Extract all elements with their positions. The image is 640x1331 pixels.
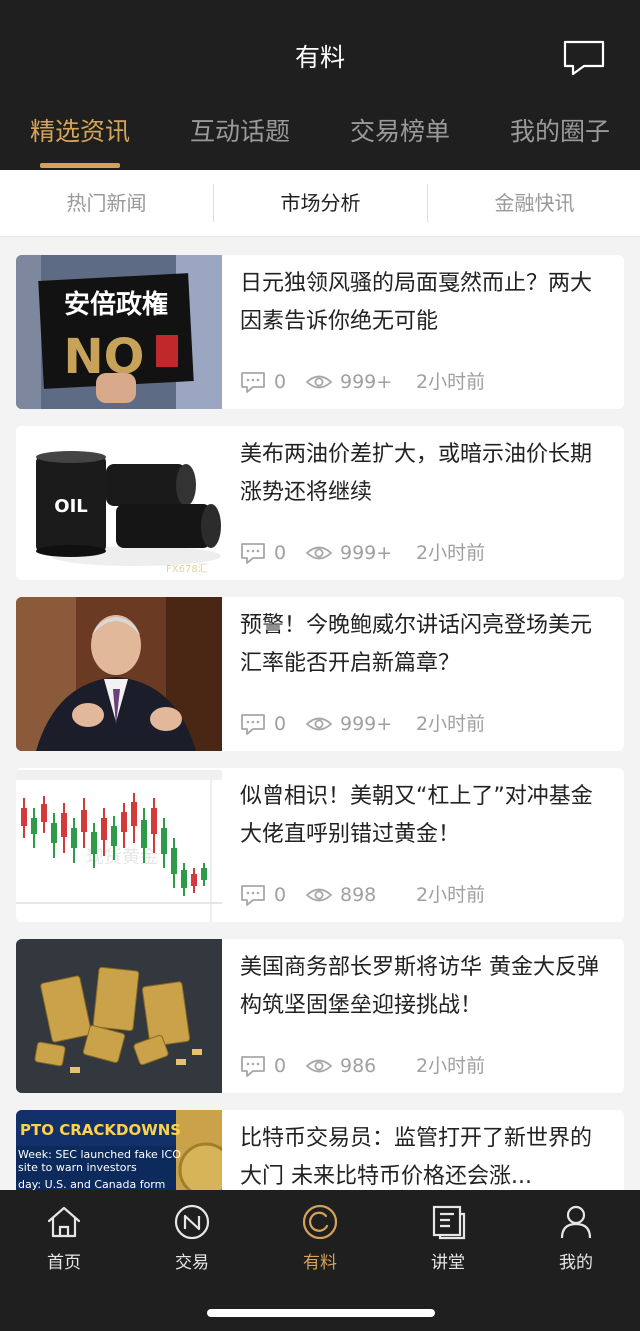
thumb-line-1: Week: SEC launched fake ICO	[18, 1148, 181, 1161]
article-meta: 0 986 2小时前	[240, 1049, 610, 1083]
publish-time: 2小时前	[416, 542, 486, 564]
eye-icon	[306, 717, 332, 731]
chat-bubble-icon[interactable]	[560, 38, 608, 78]
tab-featured-news[interactable]: 精选资讯	[0, 108, 160, 156]
article-title[interactable]: 似曾相识！美朝又“杠上了”对冲基金大佬直呼别错过黄金！	[240, 778, 610, 854]
eye-icon	[306, 888, 332, 902]
article-card[interactable]: 预警！今晚鲍威尔讲话闪亮登场美元汇率能否开启新篇章？ 0 999+ 2小时前	[16, 597, 624, 751]
tab-interactive-topics[interactable]: 互动话题	[160, 108, 320, 156]
thumb-line-3: day: U.S. and Canada form	[18, 1178, 165, 1190]
nav-home[interactable]: 首页	[0, 1202, 128, 1282]
article-thumbnail: PTO CRACKDOWNS Week: SEC launched fake I…	[16, 1110, 222, 1190]
tab-my-circles[interactable]: 我的圈子	[480, 108, 640, 156]
tab-trading-rankings[interactable]: 交易榜单	[320, 108, 480, 156]
comment-icon	[241, 1056, 265, 1077]
home-indicator[interactable]	[207, 1309, 435, 1317]
article-title[interactable]: 比特币交易员：监管打开了新世界的大门 未来比特币价格还会涨...	[240, 1120, 610, 1190]
active-tab-indicator	[40, 163, 120, 168]
nav-label: 我的	[559, 1253, 593, 1273]
article-thumbnail	[16, 597, 222, 751]
comment-count: 0	[274, 371, 287, 393]
barrel-text: OIL	[54, 496, 87, 517]
article-title[interactable]: 日元独领风骚的局面戛然而止？两大因素告诉你绝无可能	[240, 265, 610, 341]
nav-profile[interactable]: 我的	[512, 1202, 640, 1282]
article-title[interactable]: 预警！今晚鲍威尔讲话闪亮登场美元汇率能否开启新篇章？	[240, 607, 610, 683]
article-card[interactable]: OIL FX678汇 美布两油价差扩大，或暗示油价长期涨势还将继续 0 999+…	[16, 426, 624, 580]
article-meta: 0 999+ 2小时前	[240, 365, 610, 399]
comment-count: 0	[274, 542, 287, 564]
trade-icon	[174, 1204, 210, 1240]
view-count: 898	[340, 884, 377, 906]
subtab-market-analysis[interactable]: 市场分析	[214, 170, 427, 236]
publish-time: 2小时前	[416, 1055, 486, 1077]
publish-time: 2小时前	[416, 371, 486, 393]
article-thumbnail	[16, 939, 222, 1093]
comment-count: 0	[274, 1055, 287, 1077]
article-meta: 0 999+ 2小时前	[240, 536, 610, 570]
nav-lecture[interactable]: 讲堂	[384, 1202, 512, 1282]
comment-count: 0	[274, 713, 287, 735]
nav-label: 交易	[175, 1253, 209, 1273]
profile-icon	[560, 1205, 592, 1239]
article-thumbnail: OIL FX678汇	[16, 426, 222, 580]
view-count: 999+	[340, 371, 393, 393]
article-meta: 0 999+ 2小时前	[240, 707, 610, 741]
nav-label: 首页	[47, 1253, 81, 1273]
comment-icon	[241, 885, 265, 906]
article-title[interactable]: 美布两油价差扩大，或暗示油价长期涨势还将继续	[240, 436, 610, 512]
article-card[interactable]: 美国商务部长罗斯将访华 黄金大反弹构筑坚固堡垒迎接挑战！ 0 986 2小时前	[16, 939, 624, 1093]
sub-tabs: 热门新闻 市场分析 金融快讯	[0, 170, 640, 237]
article-thumbnail: 现货黄金	[16, 768, 222, 922]
view-count: 999+	[340, 542, 393, 564]
subtab-hot-news[interactable]: 热门新闻	[0, 170, 213, 236]
lecture-icon	[432, 1205, 466, 1240]
nav-trade[interactable]: 交易	[128, 1202, 256, 1282]
thumb-headline: PTO CRACKDOWNS	[20, 1121, 181, 1139]
eye-icon	[306, 546, 332, 560]
eye-icon	[306, 375, 332, 389]
subtab-finance-flash[interactable]: 金融快讯	[428, 170, 640, 236]
nav-discover[interactable]: 有料	[256, 1202, 384, 1282]
publish-time: 2小时前	[416, 884, 486, 906]
nav-label: 有料	[303, 1253, 337, 1273]
home-icon	[47, 1206, 81, 1238]
article-card[interactable]: PTO CRACKDOWNS Week: SEC launched fake I…	[16, 1110, 624, 1190]
comment-count: 0	[274, 884, 287, 906]
article-card[interactable]: 现货黄金 似曾相识！美朝又“杠上了”对冲基金大佬直呼别错过黄金！ 0 898 2…	[16, 768, 624, 922]
watermark-text: FX678汇	[166, 562, 208, 575]
main-tabs: 精选资讯 互动话题 交易榜单 我的圈子	[0, 108, 640, 170]
article-title[interactable]: 美国商务部长罗斯将访华 黄金大反弹构筑坚固堡垒迎接挑战！	[240, 949, 610, 1025]
page-title: 有料	[294, 43, 345, 72]
top-header: 有料 精选资讯 互动话题 交易榜单 我的圈子	[0, 0, 640, 170]
article-feed[interactable]: 安倍政権 NO 日元独领风骚的局面戛然而止？两大因素告诉你绝无可能 0 999+…	[0, 237, 640, 1190]
article-card[interactable]: 安倍政権 NO 日元独领风骚的局面戛然而止？两大因素告诉你绝无可能 0 999+…	[16, 255, 624, 409]
view-count: 999+	[340, 713, 393, 735]
comment-icon	[241, 372, 265, 393]
comment-icon	[241, 543, 265, 564]
eye-icon	[306, 1059, 332, 1073]
view-count: 986	[340, 1055, 377, 1077]
thumb-line-2: site to warn investors	[18, 1161, 137, 1174]
discover-icon	[302, 1204, 338, 1240]
sign-text: 安倍政権	[64, 289, 168, 320]
publish-time: 2小时前	[416, 713, 486, 735]
article-meta: 0 898 2小时前	[240, 878, 610, 912]
nav-label: 讲堂	[431, 1253, 465, 1273]
article-thumbnail: 安倍政権 NO	[16, 255, 222, 409]
comment-icon	[241, 714, 265, 735]
